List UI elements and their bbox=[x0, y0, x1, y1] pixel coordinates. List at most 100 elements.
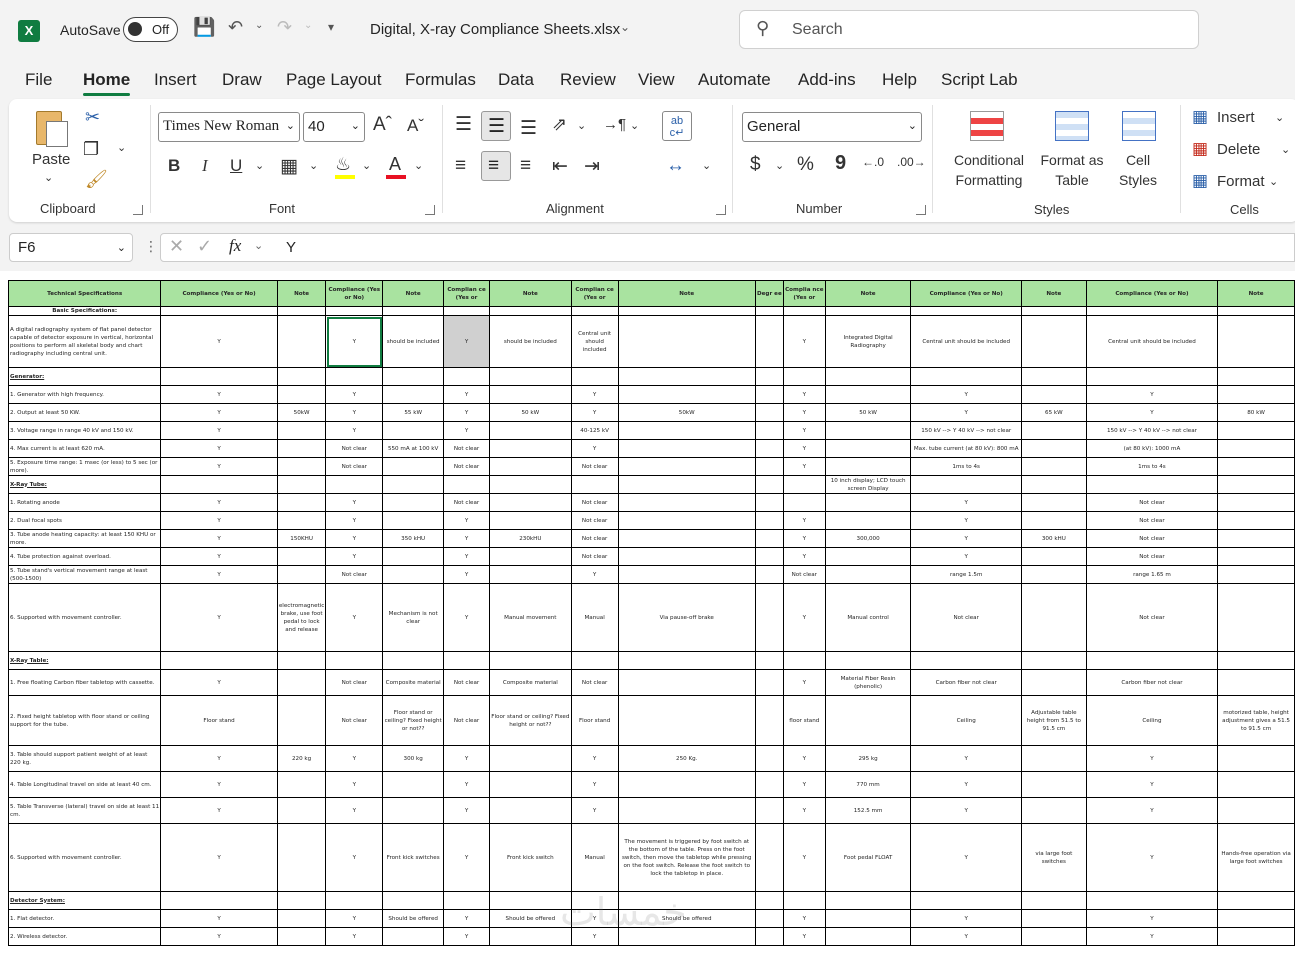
table-cell[interactable] bbox=[617, 306, 756, 316]
table-cell[interactable]: Y bbox=[782, 403, 826, 422]
table-cell[interactable] bbox=[382, 306, 445, 316]
table-cell[interactable]: 5. Exposure time range: 1 msec (or less)… bbox=[7, 457, 162, 476]
table-cell[interactable]: Front kick switch bbox=[488, 823, 572, 892]
table-cell[interactable]: Y bbox=[325, 403, 384, 422]
table-cell[interactable]: Via pause-off brake bbox=[617, 583, 756, 652]
table-cell[interactable]: Not clear bbox=[443, 457, 490, 476]
table-cell[interactable] bbox=[754, 306, 784, 316]
table-cell[interactable] bbox=[617, 493, 756, 512]
table-cell[interactable]: Central unit should included bbox=[570, 315, 619, 368]
table-cell[interactable] bbox=[1217, 493, 1295, 512]
table-cell[interactable]: Y bbox=[443, 421, 490, 440]
table-cell[interactable] bbox=[276, 823, 327, 892]
table-cell[interactable] bbox=[276, 909, 327, 928]
column-header[interactable]: Degr ee bbox=[754, 280, 784, 307]
underline-button[interactable]: U bbox=[230, 156, 242, 176]
table-cell[interactable]: Adjustable table height from 51.5 to 91.… bbox=[1020, 695, 1087, 746]
decrease-font-icon[interactable]: Aˇ bbox=[407, 116, 424, 136]
table-cell[interactable]: Y bbox=[1085, 909, 1219, 928]
table-cell[interactable] bbox=[1217, 547, 1295, 566]
table-cell[interactable]: Y bbox=[782, 439, 826, 458]
table-cell[interactable] bbox=[754, 315, 784, 368]
table-cell[interactable] bbox=[824, 909, 912, 928]
table-cell[interactable]: Generator: bbox=[7, 367, 162, 386]
table-cell[interactable] bbox=[382, 367, 445, 386]
table-cell[interactable]: Y bbox=[160, 511, 278, 530]
table-cell[interactable]: Not clear bbox=[325, 565, 384, 584]
table-cell[interactable]: Max. tube current (at 80 kV): 800 mA bbox=[910, 439, 1022, 458]
table-cell[interactable] bbox=[1217, 651, 1295, 670]
table-cell[interactable]: Y bbox=[782, 421, 826, 440]
table-cell[interactable] bbox=[754, 797, 784, 824]
table-cell[interactable] bbox=[1020, 891, 1087, 910]
table-cell[interactable] bbox=[1217, 475, 1295, 494]
align-left-icon[interactable]: ≡ bbox=[455, 155, 466, 177]
table-cell[interactable]: 770 mm bbox=[824, 771, 912, 798]
table-cell[interactable] bbox=[782, 306, 826, 316]
column-header[interactable]: Complian ce (Yes or bbox=[570, 280, 619, 307]
borders-icon[interactable]: ▦ bbox=[280, 155, 298, 178]
table-cell[interactable] bbox=[325, 891, 384, 910]
table-cell[interactable]: Y bbox=[325, 315, 384, 368]
table-cell[interactable] bbox=[754, 745, 784, 772]
table-cell[interactable] bbox=[1020, 797, 1087, 824]
table-cell[interactable] bbox=[754, 421, 784, 440]
table-cell[interactable] bbox=[276, 771, 327, 798]
table-cell[interactable] bbox=[824, 439, 912, 458]
column-header[interactable]: Note bbox=[1217, 280, 1295, 307]
table-cell[interactable]: range 1.5m bbox=[910, 565, 1022, 584]
column-header[interactable]: Note bbox=[488, 280, 572, 307]
table-cell[interactable] bbox=[1217, 367, 1295, 386]
currency-dropdown-icon[interactable]: ⌄ bbox=[775, 159, 784, 172]
table-cell[interactable]: Y bbox=[782, 385, 826, 404]
table-cell[interactable]: 150KHU bbox=[276, 529, 327, 548]
fill-color-icon[interactable]: ♨ bbox=[335, 154, 351, 175]
table-cell[interactable] bbox=[617, 529, 756, 548]
table-cell[interactable] bbox=[617, 797, 756, 824]
table-cell[interactable] bbox=[276, 457, 327, 476]
table-cell[interactable] bbox=[382, 421, 445, 440]
font-launcher-icon[interactable] bbox=[425, 205, 435, 215]
table-cell[interactable]: Y bbox=[160, 547, 278, 566]
table-cell[interactable] bbox=[570, 306, 619, 316]
table-cell[interactable]: motorized table, height adjustment gives… bbox=[1217, 695, 1295, 746]
table-cell[interactable]: Y bbox=[325, 529, 384, 548]
table-cell[interactable]: Y bbox=[160, 771, 278, 798]
table-cell[interactable] bbox=[276, 385, 327, 404]
table-cell[interactable]: 250 Kg. bbox=[617, 745, 756, 772]
table-cell[interactable]: Y bbox=[443, 771, 490, 798]
table-cell[interactable]: Y bbox=[325, 547, 384, 566]
table-cell[interactable] bbox=[488, 385, 572, 404]
table-cell[interactable]: 150 kV --> Y 40 kV --> not clear bbox=[910, 421, 1022, 440]
italic-button[interactable]: I bbox=[202, 156, 208, 176]
table-cell[interactable] bbox=[325, 475, 384, 494]
table-cell[interactable] bbox=[754, 583, 784, 652]
table-cell[interactable] bbox=[382, 511, 445, 530]
table-cell[interactable]: Y bbox=[160, 493, 278, 512]
table-cell[interactable]: Composite material bbox=[382, 669, 445, 696]
cell-styles-icon[interactable] bbox=[1122, 111, 1156, 141]
table-cell[interactable] bbox=[1217, 797, 1295, 824]
fx-dropdown-icon[interactable]: ⌄ bbox=[254, 239, 263, 252]
table-cell[interactable]: Y bbox=[910, 745, 1022, 772]
table-cell[interactable]: Foot pedal FLOAT bbox=[824, 823, 912, 892]
table-cell[interactable] bbox=[276, 565, 327, 584]
table-cell[interactable]: Y bbox=[910, 771, 1022, 798]
column-header[interactable]: Complian ce (Yes or bbox=[443, 280, 490, 307]
table-cell[interactable] bbox=[824, 651, 912, 670]
table-cell[interactable]: Y bbox=[160, 669, 278, 696]
format-cells-icon[interactable]: ▦ bbox=[1192, 171, 1208, 191]
table-cell[interactable]: 2. Output at least 50 KW. bbox=[7, 403, 162, 422]
table-cell[interactable] bbox=[160, 367, 278, 386]
table-cell[interactable]: Y bbox=[1085, 927, 1219, 946]
table-cell[interactable]: Y bbox=[782, 927, 826, 946]
table-cell[interactable] bbox=[325, 306, 384, 316]
table-cell[interactable]: Y bbox=[1085, 771, 1219, 798]
table-cell[interactable] bbox=[382, 547, 445, 566]
table-cell[interactable]: 6. Supported with movement controller. bbox=[7, 823, 162, 892]
table-cell[interactable] bbox=[1020, 439, 1087, 458]
table-cell[interactable]: 300 kg bbox=[382, 745, 445, 772]
table-cell[interactable] bbox=[754, 385, 784, 404]
table-cell[interactable] bbox=[276, 315, 327, 368]
table-cell[interactable] bbox=[382, 475, 445, 494]
